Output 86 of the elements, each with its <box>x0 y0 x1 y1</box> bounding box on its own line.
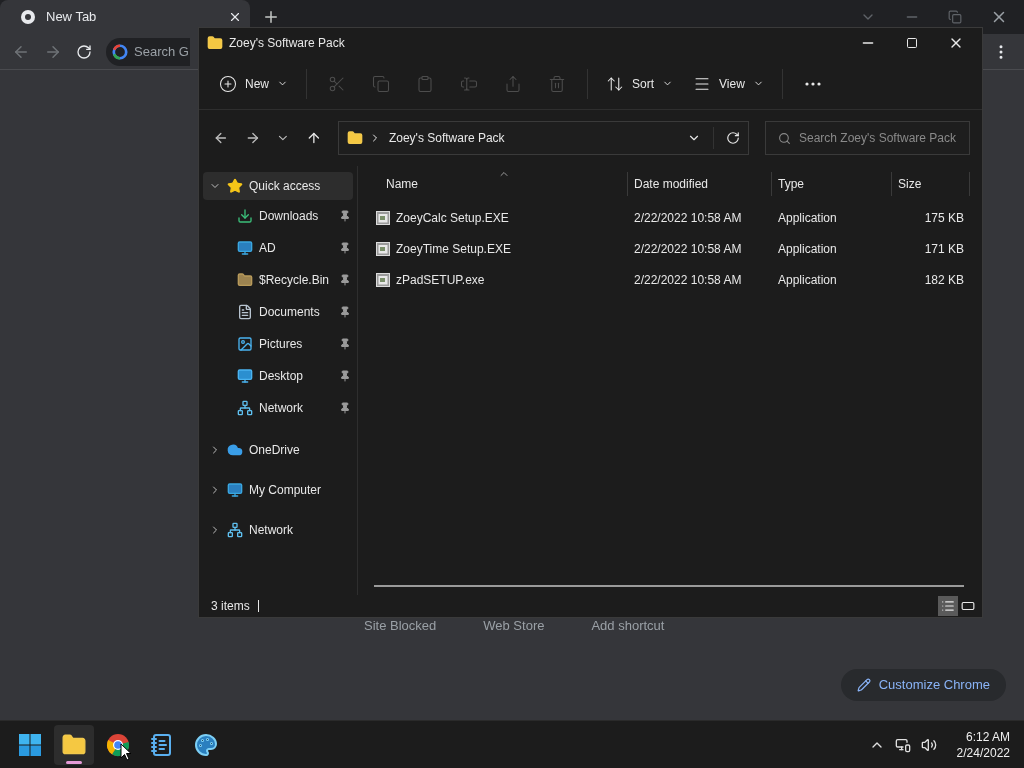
browser-tab[interactable]: New Tab <box>0 0 250 34</box>
folder-icon <box>346 130 363 146</box>
chrome-icon <box>20 9 36 25</box>
size-cell-text: 171 KB <box>923 240 965 258</box>
type-cell-text: Application <box>777 240 838 258</box>
star-icon <box>227 178 243 194</box>
toolbar-button[interactable]: New <box>211 66 296 101</box>
search-box[interactable]: Search G <box>106 37 190 66</box>
nav-item[interactable]: Documents <box>203 296 353 328</box>
nav-item[interactable]: $Recycle.Bin <box>203 264 353 296</box>
clock[interactable]: 6:12 AM 2/24/2022 <box>946 728 1010 761</box>
file-name: ZoeyCalc Setup.EXE <box>396 209 509 227</box>
shortcut-label[interactable]: Web Store <box>483 616 545 636</box>
restore-icon[interactable] <box>948 10 962 24</box>
column-header[interactable]: Name <box>374 172 628 196</box>
application-icon <box>376 272 390 287</box>
cursor-icon <box>120 743 132 761</box>
document-icon <box>237 304 253 320</box>
application-icon <box>376 210 390 225</box>
toolbar-button[interactable]: Sort <box>598 66 682 101</box>
close-icon[interactable] <box>228 10 242 24</box>
notepad-icon <box>150 732 174 757</box>
google-icon <box>112 42 128 61</box>
nav-item[interactable]: Downloads <box>203 200 353 232</box>
monitor-icon <box>227 482 243 498</box>
file-name: ZoeyTime Setup.EXE <box>396 240 511 258</box>
nav-item[interactable]: OneDrive <box>203 436 353 464</box>
nav-item[interactable]: Network <box>203 392 353 424</box>
details-icon <box>941 599 955 613</box>
nav-item[interactable]: My Computer <box>203 476 353 504</box>
search-field[interactable]: Search G <box>134 41 190 62</box>
shortcut-label[interactable]: Add shortcut <box>591 616 665 636</box>
reload-icon[interactable] <box>76 43 92 60</box>
refresh-icon[interactable] <box>726 131 740 145</box>
date-cell-text: 2/22/2022 10:58 AM <box>633 271 743 289</box>
nav-item[interactable]: Pictures <box>203 328 353 360</box>
file-name: zPadSETUP.exe <box>396 271 485 289</box>
customize-chrome-button[interactable]: Customize Chrome <box>840 668 1006 701</box>
new-tab-icon[interactable] <box>262 8 280 26</box>
scrollbar[interactable] <box>374 585 964 587</box>
maximize-icon[interactable] <box>906 37 918 49</box>
window-title: Zoey's Software Pack <box>229 35 346 52</box>
pencil-icon <box>856 677 871 692</box>
clock-time: 6:12 AM <box>965 728 1010 745</box>
view-toggle[interactable] <box>938 596 958 616</box>
file-row[interactable]: ZoeyTime Setup.EXE 2/22/2022 10:58 AM Application 171 KB <box>374 233 974 264</box>
palette-icon <box>194 732 218 757</box>
nav-item[interactable]: Quick access <box>203 172 353 200</box>
file-row[interactable]: zPadSETUP.exe 2/22/2022 10:58 AM Application 182 KB <box>374 264 974 295</box>
search-icon <box>778 131 791 145</box>
up-icon[interactable] <box>306 130 322 146</box>
folder-icon <box>207 35 223 51</box>
shortcut-label[interactable]: Site Blocked <box>364 616 437 636</box>
type-cell-text: Application <box>777 271 838 289</box>
volume-icon[interactable] <box>920 736 937 753</box>
address-bar[interactable]: Zoey's Software Pack <box>337 121 749 155</box>
nav-item[interactable]: Network <box>203 516 353 544</box>
folder-icon <box>237 272 253 288</box>
file-row[interactable]: ZoeyCalc Setup.EXE 2/22/2022 10:58 AM Application 175 KB <box>374 202 974 233</box>
size-cell-text: 182 KB <box>923 271 965 289</box>
taskbar-app[interactable] <box>54 724 94 765</box>
active-indicator <box>66 760 82 764</box>
nav-item[interactable]: Desktop <box>203 360 353 392</box>
cloud-icon <box>227 442 243 458</box>
nav-item[interactable]: AD <box>203 232 353 264</box>
application-icon <box>376 241 390 256</box>
column-header[interactable]: Date modified <box>628 172 772 196</box>
windows-logo-icon <box>18 732 42 757</box>
desktop-icon <box>237 368 253 384</box>
search-box[interactable]: Search Zoey's Software Pack <box>765 121 970 155</box>
address-path: Zoey's Software Pack <box>387 130 506 147</box>
search-field[interactable]: Search Zoey's Software Pack <box>799 129 969 147</box>
toolbar-button[interactable]: View <box>685 66 772 101</box>
column-header[interactable]: Type <box>772 172 892 196</box>
monitor-icon <box>237 240 253 256</box>
date-cell-text: 2/22/2022 10:58 AM <box>633 209 743 227</box>
tiles-icon <box>961 599 975 613</box>
column-header[interactable]: Size <box>892 172 970 196</box>
size-cell-text: 175 KB <box>923 209 965 227</box>
status-text: 3 items <box>211 598 250 615</box>
clock-date: 2/24/2022 <box>956 744 1010 761</box>
image-icon <box>237 336 253 352</box>
download-icon <box>237 208 253 224</box>
date-cell-text: 2/22/2022 10:58 AM <box>633 240 743 258</box>
back-icon[interactable] <box>213 130 229 146</box>
type-cell-text: Application <box>777 209 838 227</box>
